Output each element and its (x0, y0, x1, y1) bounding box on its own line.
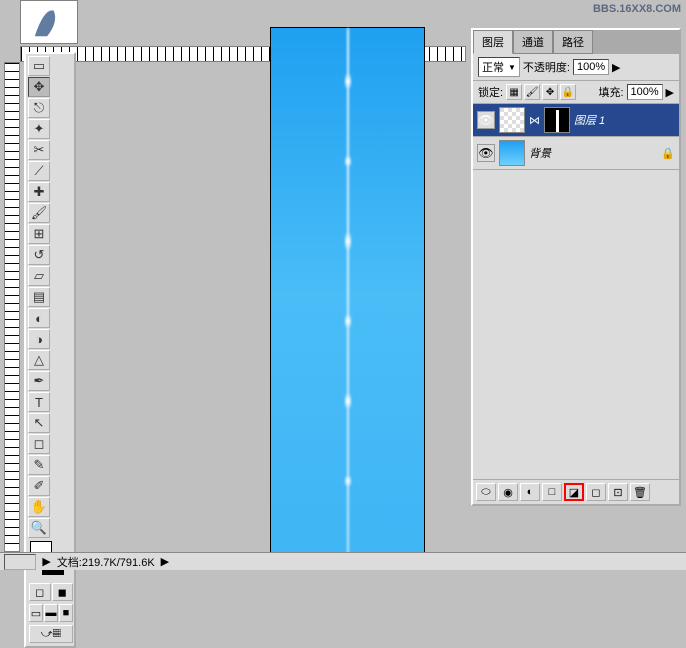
visibility-icon[interactable]: 👁 (477, 144, 495, 162)
tool-select[interactable]: ↖ (28, 413, 50, 433)
lock-pixels-icon[interactable]: 🖌 (524, 84, 540, 100)
status-arrow-icon[interactable]: ▶ (42, 555, 50, 568)
layers-footer-btn-6[interactable]: ⊡ (608, 483, 628, 501)
status-doc-size: 文档:219.7K/791.6K (57, 554, 155, 570)
layers-footer-btn-3[interactable]: □ (542, 483, 562, 501)
layer-mask-thumb[interactable] (544, 107, 570, 133)
opacity-label: 不透明度: (523, 59, 570, 75)
lock-label: 锁定: (478, 84, 503, 100)
status-zoom[interactable] (4, 554, 36, 570)
tool-eraser[interactable]: ▱ (28, 266, 50, 286)
app-logo (20, 0, 78, 44)
status-flyout-icon[interactable]: ▶ (161, 555, 169, 568)
fill-flyout-icon[interactable]: ▶ (666, 86, 674, 99)
tool-pen[interactable]: ✒ (28, 371, 50, 391)
status-bar: ▶ 文档:219.7K/791.6K ▶ (0, 552, 686, 570)
ruler-vertical (4, 62, 20, 552)
tool-history[interactable]: ↺ (28, 245, 50, 265)
blend-mode-select[interactable]: 正常 (478, 57, 520, 77)
tool-path[interactable]: △ (28, 350, 50, 370)
tool-wand[interactable]: ✦ (28, 119, 50, 139)
tool-heal[interactable]: ✚ (28, 182, 50, 202)
tab-channels[interactable]: 通道 (513, 30, 553, 54)
tool-notes[interactable]: ✎ (28, 455, 50, 475)
watermark: BBS.16XX8.COM (593, 3, 681, 15)
tool-slice[interactable]: ⟋ (28, 161, 50, 181)
layer-row[interactable]: 👁 ⋈ 图层 1 (473, 104, 679, 137)
tab-layers[interactable]: 图层 (473, 30, 513, 54)
fill-label: 填充: (598, 84, 623, 100)
visibility-icon[interactable]: 👁 (477, 111, 495, 129)
tool-shape[interactable]: ◻ (28, 434, 50, 454)
tool-move[interactable]: ✥ (28, 77, 50, 97)
edit-quickmask-mode[interactable]: ◼ (52, 583, 74, 601)
opacity-flyout-icon[interactable]: ▶ (612, 61, 620, 74)
layers-panel-footer: ⬭◉◐□◪◻⊡🗑 (473, 479, 679, 504)
lock-transparency-icon[interactable]: ▦ (506, 84, 522, 100)
link-icon[interactable]: ⋈ (529, 114, 540, 127)
tool-crop[interactable]: ✂ (28, 140, 50, 160)
screen-full-menu-icon[interactable]: ▬ (44, 604, 58, 622)
screen-standard-icon[interactable]: ▭ (29, 604, 43, 622)
tool-hand[interactable]: ✋ (28, 497, 50, 517)
layers-list: 👁 ⋈ 图层 1 👁 背景 🔒 (473, 104, 679, 504)
layers-footer-btn-4[interactable]: ◪ (564, 483, 584, 501)
layers-footer-btn-5[interactable]: ◻ (586, 483, 606, 501)
layer-name[interactable]: 背景 (529, 145, 657, 161)
tool-brush[interactable]: 🖌 (28, 203, 50, 223)
layer-name[interactable]: 图层 1 (574, 112, 675, 128)
tool-gradient[interactable]: ▤ (28, 287, 50, 307)
screen-full-icon[interactable]: ■ (59, 604, 73, 622)
layer-thumb[interactable] (499, 107, 525, 133)
jump-to-icon[interactable]: ⤻▦ (29, 625, 73, 643)
tool-zoom[interactable]: 🔍 (28, 518, 50, 538)
document[interactable] (270, 27, 425, 562)
layers-footer-btn-1[interactable]: ◉ (498, 483, 518, 501)
tool-eyedrop[interactable]: ✐ (28, 476, 50, 496)
tool-lasso[interactable]: ⎋ (28, 98, 50, 118)
tab-paths[interactable]: 路径 (553, 30, 593, 54)
fill-input[interactable]: 100% (627, 84, 663, 100)
smoke-trail (345, 28, 351, 561)
tool-stamp[interactable]: ⊞ (28, 224, 50, 244)
lock-position-icon[interactable]: ✥ (542, 84, 558, 100)
tool-marquee[interactable]: ▭ (28, 56, 50, 76)
edit-standard-mode[interactable]: ◻ (29, 583, 51, 601)
layer-row[interactable]: 👁 背景 🔒 (473, 137, 679, 170)
layers-panel: 图层 通道 路径 正常 不透明度: 100% ▶ 锁定: ▦ 🖌 ✥ 🔒 填充:… (471, 28, 681, 506)
tool-dodge[interactable]: ◑ (28, 329, 50, 349)
layers-footer-btn-2[interactable]: ◐ (520, 483, 540, 501)
lock-icon: 🔒 (661, 147, 675, 160)
panel-tabs: 图层 通道 路径 (473, 30, 679, 54)
layers-footer-btn-0[interactable]: ⬭ (476, 483, 496, 501)
canvas-area[interactable] (20, 62, 466, 552)
opacity-input[interactable]: 100% (573, 59, 609, 75)
tool-blur[interactable]: ◐ (28, 308, 50, 328)
tool-type[interactable]: T (28, 392, 50, 412)
layer-thumb[interactable] (499, 140, 525, 166)
layers-footer-btn-7[interactable]: 🗑 (630, 483, 650, 501)
lock-all-icon[interactable]: 🔒 (560, 84, 576, 100)
